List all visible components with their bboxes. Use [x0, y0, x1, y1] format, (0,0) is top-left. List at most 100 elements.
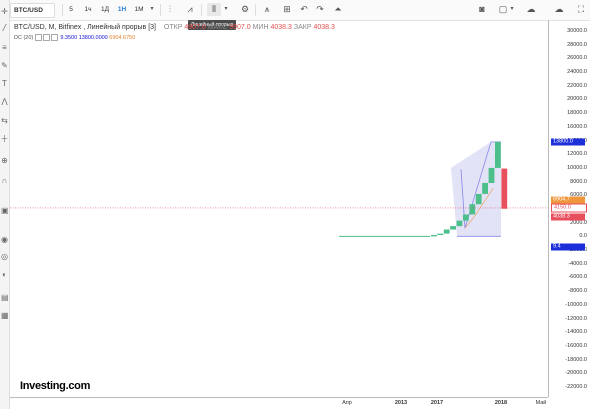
cloud-save-icon[interactable]: ☁	[524, 3, 538, 16]
legend-close-label: ЗАКР	[293, 24, 312, 31]
indicator-name: DC (20)	[14, 34, 34, 41]
toolbar-separator	[160, 4, 161, 16]
y-tick-label: 24000.0	[567, 69, 587, 76]
fib-icon[interactable]: ≡	[1, 44, 8, 51]
undo-icon[interactable]: ↶	[297, 3, 311, 16]
x-tick-label: 2013	[394, 400, 408, 406]
y-tick-label: 12000.0	[567, 151, 587, 158]
interval-1h[interactable]: 1ч	[81, 3, 95, 16]
trash-icon[interactable]: ▤	[1, 294, 8, 301]
indicator-lower-value: 9.3500	[60, 34, 78, 41]
interval-1w[interactable]: 1Н	[115, 3, 129, 16]
y-tick-label: -18000.0	[565, 356, 587, 363]
y-tick-label: 8000.0	[570, 178, 587, 185]
legend-open-label: ОТКР	[163, 24, 183, 31]
line-break-brick	[443, 229, 450, 234]
y-badge-upper: 13800.0	[551, 138, 585, 146]
text-icon[interactable]: T	[1, 80, 8, 87]
y-tick-label: 26000.0	[567, 55, 587, 62]
line-break-brick	[482, 182, 488, 194]
indicator-mid-value: 6904.6750	[109, 34, 136, 41]
legend-low-value: 4038.3	[270, 24, 292, 31]
y-tick-label: -12000.0	[565, 315, 587, 322]
line-break-brick	[475, 193, 482, 205]
interval-1d[interactable]: 1Д	[98, 3, 112, 16]
fullscreen-icon[interactable]: ⛶	[574, 3, 588, 16]
interval-1m[interactable]: 1М	[132, 3, 146, 16]
magnet-icon[interactable]: ∩	[1, 177, 8, 184]
time-axis[interactable]: Апр 2013 2017 2018 Май	[10, 397, 548, 410]
y-tick-label: -20000.0	[565, 370, 587, 377]
y-tick-label: 16000.0	[567, 123, 587, 130]
drawing-toolbar: ✛ ╱ ≡ ✎ T ⋀ ⇆ ┼ ⊕ ∩ ▣ ◉ ◎ ◐ ▤ ▦	[0, 0, 10, 409]
line-break-brick	[431, 235, 437, 237]
toolbar-separator	[255, 4, 256, 16]
indicator-upper-value: 13800.0000	[78, 34, 108, 41]
y-tick-label: -10000.0	[565, 301, 587, 308]
forecast-icon[interactable]: ⇆	[1, 117, 8, 124]
y-tick-label: -4000.0	[568, 260, 587, 267]
y-tick-label: -6000.0	[568, 274, 587, 281]
chart-type-dropdown-icon[interactable]: ▾	[222, 3, 230, 16]
y-tick-label: -14000.0	[565, 329, 587, 336]
line-break-brick	[469, 204, 476, 215]
indicator-legend: DC (20) 9.3500 13800.0000 6904.6750	[14, 34, 135, 41]
y-tick-label: -8000.0	[568, 288, 587, 295]
legend-open-value: 4907.0	[184, 24, 206, 31]
indicators-icon[interactable]: ⩚	[260, 3, 274, 16]
line-break-brick	[501, 168, 508, 209]
toolbar-separator	[201, 4, 202, 16]
y-tick-label: 30000.0	[567, 28, 587, 34]
trend-line-icon[interactable]: ╱	[1, 24, 8, 31]
redo-icon[interactable]: ↷	[313, 3, 327, 16]
eye-icon[interactable]: ◉	[1, 236, 8, 243]
brush-icon[interactable]: ✎	[1, 62, 8, 69]
zoom-icon[interactable]: ⊕	[1, 157, 8, 164]
symbol-search[interactable]: BTC/USD	[10, 3, 55, 18]
cloud-load-icon[interactable]: ☁	[552, 3, 566, 16]
indicator-settings-icon[interactable]	[34, 34, 42, 41]
line-break-brick	[456, 220, 463, 227]
line-break-brick	[463, 214, 469, 221]
settings-icon[interactable]: ▦	[1, 312, 8, 319]
crosshair-icon[interactable]: ✛	[1, 8, 8, 15]
interval-5[interactable]: 5	[64, 3, 78, 16]
indicator-visibility-icon[interactable]	[42, 34, 50, 41]
top-toolbar: BTC/USD 5 1ч 1Д 1Н 1М ▾ ⫶ ⩘ ⫴ ▾ ⚙ ⩚ ⊞ ↶ …	[10, 0, 590, 21]
y-tick-label: -22000.0	[565, 384, 587, 390]
interval-dropdown-icon[interactable]: ▾	[148, 3, 156, 16]
line-break-brick	[437, 233, 444, 236]
y-tick-label: 0.0	[579, 233, 587, 240]
favorite-icon[interactable]: ◐	[1, 271, 8, 278]
toolbar-separator	[62, 4, 63, 16]
pattern-icon[interactable]: ⋀	[1, 98, 8, 105]
alert-icon[interactable]: ⏶	[331, 3, 345, 16]
y-badge-close: 4038.3	[551, 213, 585, 221]
x-tick-label: 2018	[494, 400, 508, 406]
lock-icon[interactable]: ▣	[1, 207, 8, 214]
chart-legend: BTC/USD, M, Bitfinex , Линейный прорыв […	[14, 24, 335, 31]
line-break-brick	[488, 167, 495, 183]
x-tick-label: Май	[535, 400, 547, 406]
visibility-icon[interactable]: ◎	[1, 253, 8, 260]
x-tick-label: Апр	[342, 400, 352, 406]
indicator-close-icon[interactable]	[50, 34, 58, 41]
measure-icon[interactable]: ┼	[1, 135, 8, 142]
legend-low-label: МИН	[252, 24, 269, 31]
y-tick-label: 20000.0	[567, 96, 587, 103]
compare-icon[interactable]: ⩘	[183, 3, 197, 16]
templates-icon[interactable]: ⊞	[280, 3, 294, 16]
legend-close-value: 4038.3	[313, 24, 335, 31]
candles-icon[interactable]: ⫶	[163, 3, 177, 16]
gear-icon[interactable]: ⚙	[238, 3, 252, 16]
price-chart[interactable]	[0, 0, 590, 409]
y-tick-label: 18000.0	[567, 110, 587, 117]
line-break-brick	[450, 226, 456, 230]
legend-title: BTC/USD, M, Bitfinex , Линейный прорыв […	[14, 24, 156, 31]
camera-icon[interactable]: ◙	[475, 3, 489, 16]
price-axis[interactable]: 30000.0 28000.0 26000.0 24000.0 22000.0 20000…	[548, 20, 590, 397]
investing-logo: Investing.com	[20, 380, 91, 392]
y-tick-label: 10000.0	[567, 164, 587, 171]
line-break-icon[interactable]: ⫴	[207, 3, 221, 16]
layout-dropdown-icon[interactable]: ▾	[508, 3, 516, 16]
